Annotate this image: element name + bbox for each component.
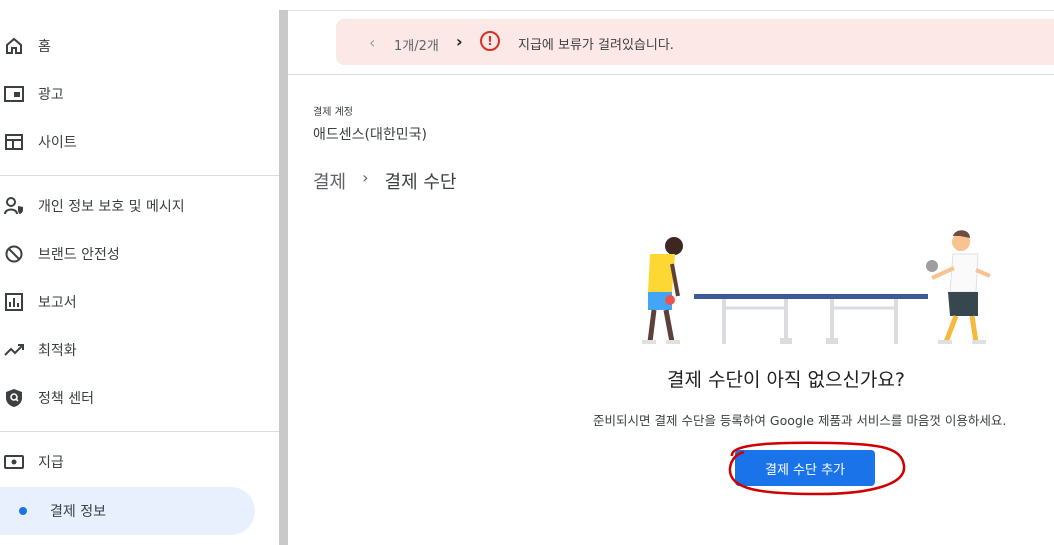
sidebar-item-home[interactable]: 홈 (0, 26, 279, 66)
annotation-circle (728, 441, 906, 496)
breadcrumb-current: 결제 수단 (384, 172, 457, 193)
empty-state-description: 준비되시면 결제 수단을 등록하여 Google 제품과 서비스를 마음껏 이용… (593, 413, 1007, 428)
sidebar-item-optimization[interactable]: 최적화 (0, 330, 279, 370)
chevron-left-icon[interactable]: ‹ (369, 33, 375, 52)
ping-pong-illustration (642, 230, 991, 344)
sidebar-divider (0, 175, 279, 176)
sidebar-item-label: 개인 정보 보호 및 메시지 (38, 199, 185, 215)
sidebar-item-ads[interactable]: 광고 (0, 74, 279, 114)
account-name: 애드센스(대한민국) (313, 127, 427, 143)
sidebar-item-label: 결제 정보 (50, 504, 106, 520)
error-icon: ! (480, 31, 500, 51)
empty-state-title: 결제 수단이 아직 없으신가요? (667, 369, 905, 391)
breadcrumb-parent[interactable]: 결제 (313, 168, 346, 194)
sidebar-item-billing-info[interactable]: 결제 정보 (0, 487, 255, 535)
home-icon (4, 36, 24, 56)
sidebar-item-label: 홈 (38, 39, 51, 55)
alert-message[interactable]: 지급에 보류가 걸려있습니다. (518, 34, 674, 53)
sidebar-item-label: 광고 (38, 87, 64, 103)
privacy-icon (4, 196, 24, 216)
dot-icon (19, 507, 27, 515)
sidebar-item-brand-safety[interactable]: 브랜드 안전성 (0, 234, 279, 274)
sidebar: 홈 광고 사이트 개인 정보 보호 및 메시지 브랜드 안전성 보고서 최적화 … (0, 0, 279, 545)
reports-icon (4, 292, 24, 312)
main-content: ‹ 1개/2개 › ! 지급에 보류가 걸려있습니다. 결제 계정 애드센스(대… (288, 10, 1054, 545)
block-icon (4, 244, 24, 264)
sidebar-item-policy-center[interactable]: 정책 센터 (0, 378, 279, 418)
breadcrumb: 결제 › 결제 수단 (313, 168, 457, 194)
sidebar-item-label: 정책 센터 (38, 391, 94, 407)
sites-icon (4, 132, 24, 152)
payments-icon (4, 452, 24, 472)
sidebar-item-label: 브랜드 안전성 (38, 247, 120, 263)
chevron-right-icon: › (362, 168, 369, 187)
account-label: 결제 계정 (313, 107, 353, 118)
sidebar-divider (0, 431, 279, 432)
sidebar-item-label: 보고서 (38, 295, 77, 311)
sidebar-item-label: 사이트 (38, 135, 77, 151)
sidebar-item-label: 최적화 (38, 343, 77, 359)
sidebar-item-privacy[interactable]: 개인 정보 보호 및 메시지 (0, 186, 279, 226)
chevron-right-icon[interactable]: › (456, 32, 463, 51)
sidebar-scrollbar[interactable] (279, 10, 288, 545)
trending-icon (4, 340, 24, 360)
sidebar-item-label: 지급 (38, 455, 64, 471)
alert-count: 1개/2개 (394, 39, 439, 54)
ads-icon (4, 84, 24, 104)
shield-icon (4, 388, 24, 408)
sidebar-item-payments[interactable]: 지급 (0, 442, 279, 482)
header-divider (288, 74, 1054, 75)
alert-banner: ‹ 1개/2개 › ! 지급에 보류가 걸려있습니다. (336, 19, 1054, 65)
sidebar-item-sites[interactable]: 사이트 (0, 122, 279, 162)
sidebar-item-reports[interactable]: 보고서 (0, 282, 279, 322)
